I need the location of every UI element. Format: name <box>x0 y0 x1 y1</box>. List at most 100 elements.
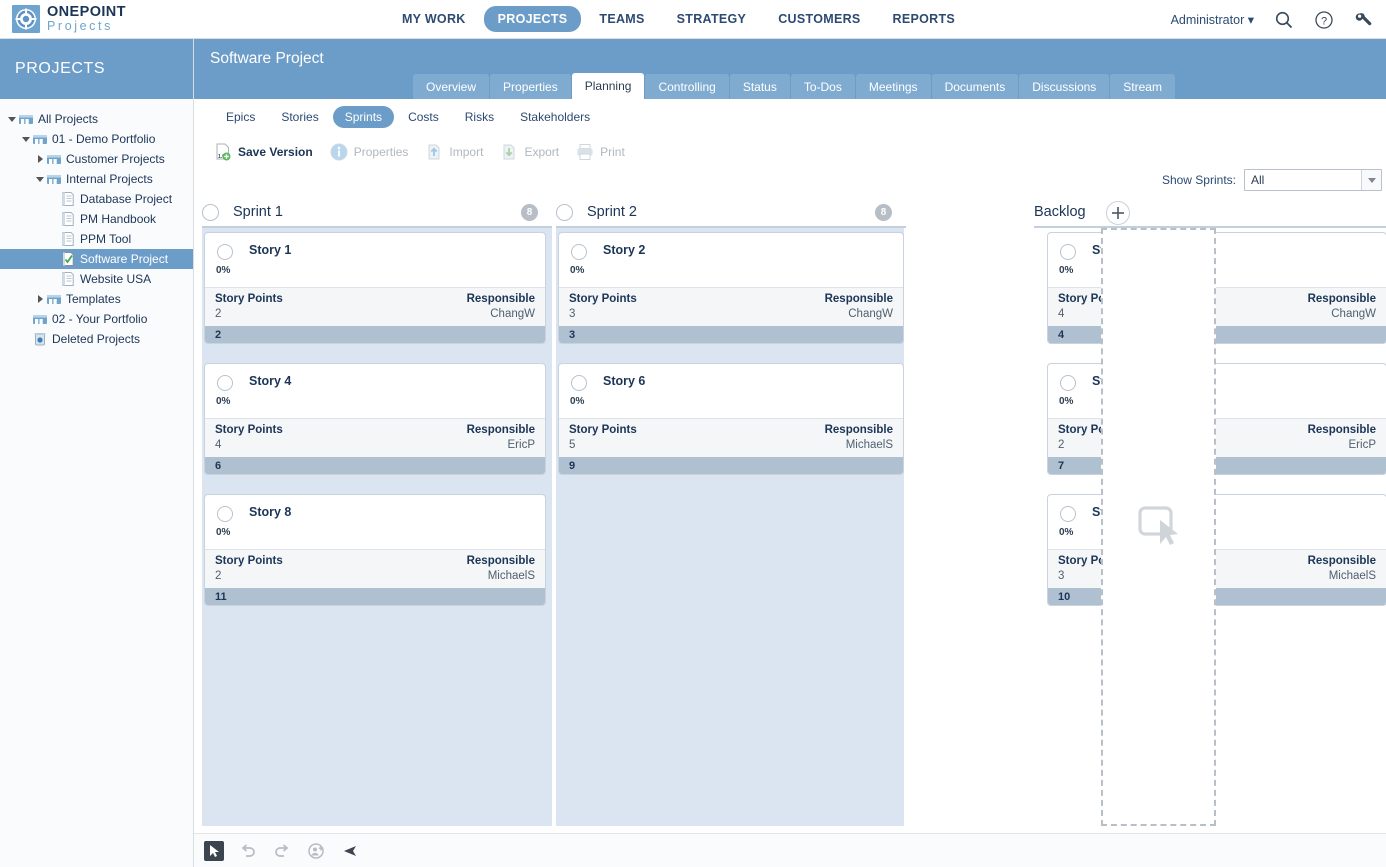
story-status-circle-icon[interactable] <box>571 375 587 391</box>
story-points-value: 2 <box>215 308 222 320</box>
add-person-icon[interactable] <box>306 841 326 861</box>
nav-item-teams[interactable]: TEAMS <box>585 6 658 32</box>
sprint-status-circle-icon[interactable] <box>556 203 573 221</box>
user-menu[interactable]: Administrator ▾ <box>1171 12 1254 27</box>
folder-icon <box>32 311 48 327</box>
story-status-circle-icon[interactable] <box>217 506 233 522</box>
tree-item-website-usa[interactable]: Website USA <box>0 269 193 289</box>
story-card[interactable]: Story 50%Story Points2ResponsibleEricP7 <box>1047 363 1386 475</box>
tree-item-deleted-projects[interactable]: Deleted Projects <box>0 329 193 349</box>
new-sprint-dropzone[interactable] <box>1101 228 1216 826</box>
add-sprint-button[interactable] <box>1106 201 1130 225</box>
story-status-circle-icon[interactable] <box>1060 375 1076 391</box>
story-progress-percent: 0% <box>216 527 231 538</box>
tab-to-dos[interactable]: To-Dos <box>790 73 855 99</box>
story-card[interactable]: Story 30%Story Points4ResponsibleChangW4 <box>1047 232 1386 344</box>
story-status-circle-icon[interactable] <box>217 375 233 391</box>
project-icon <box>60 271 76 287</box>
story-status-circle-icon[interactable] <box>217 244 233 260</box>
save-version-button[interactable]: 1.0 Save Version <box>207 140 319 164</box>
search-icon[interactable] <box>1274 10 1294 30</box>
responsible-value: MichaelS <box>1328 570 1376 582</box>
responsible-value: ChangW <box>1331 308 1376 320</box>
admin-tools-icon[interactable] <box>1354 10 1374 30</box>
story-points-label: Story Points <box>569 293 637 305</box>
subtab-sprints[interactable]: Sprints <box>332 106 395 128</box>
tree-item-templates[interactable]: Templates <box>0 289 193 309</box>
trash-icon <box>32 331 48 347</box>
tree-item-02-your-portfolio[interactable]: 02 - Your Portfolio <box>0 309 193 329</box>
tree-item-internal-projects[interactable]: Internal Projects <box>0 169 193 189</box>
show-sprints-select[interactable]: All <box>1244 169 1382 191</box>
chevron-down-icon[interactable] <box>6 113 18 125</box>
card-details: Story Points 2 Responsible EricP <box>1048 418 1386 457</box>
story-progress-percent: 0% <box>1059 396 1074 407</box>
nav-item-strategy[interactable]: STRATEGY <box>663 6 761 32</box>
tab-planning[interactable]: Planning <box>571 72 645 99</box>
story-card[interactable]: Story 8 0% Story Points 2 Responsible Michael… <box>204 494 546 606</box>
story-progress-percent: 0% <box>570 265 585 276</box>
card-details: Story Points 4 Responsible ChangW <box>1048 287 1386 326</box>
undo-icon[interactable] <box>238 841 258 861</box>
tab-status[interactable]: Status <box>729 73 790 99</box>
subtab-epics[interactable]: Epics <box>214 106 267 128</box>
story-status-circle-icon[interactable] <box>571 244 587 260</box>
folder-icon <box>46 151 62 167</box>
column-header-backlog: Backlog <box>1034 198 1386 228</box>
story-progress-percent: 0% <box>216 265 231 276</box>
help-icon[interactable]: ? <box>1314 10 1334 30</box>
tab-overview[interactable]: Overview <box>413 73 490 99</box>
tree-item-ppm-tool[interactable]: PPM Tool <box>0 229 193 249</box>
card-details: Story Points 3 Responsible ChangW <box>559 287 903 326</box>
tree-item-software-project[interactable]: Software Project <box>0 249 193 269</box>
nav-item-my-work[interactable]: MY WORK <box>388 6 480 32</box>
subtab-stories[interactable]: Stories <box>269 106 330 128</box>
tree-item-database-project[interactable]: Database Project <box>0 189 193 209</box>
card-header: Story 4 0% <box>205 364 545 418</box>
tab-controlling[interactable]: Controlling <box>645 73 729 99</box>
chevron-down-icon[interactable] <box>34 173 46 185</box>
story-title: Story 6 <box>603 374 646 388</box>
story-status-circle-icon[interactable] <box>1060 244 1076 260</box>
story-card[interactable]: Story 6 0% Story Points 5 Responsible Michael… <box>558 363 904 475</box>
story-card[interactable]: Story 70%Story Points3ResponsibleMichael… <box>1047 494 1386 606</box>
tab-stream[interactable]: Stream <box>1110 73 1175 99</box>
nav-item-reports[interactable]: REPORTS <box>879 6 970 32</box>
tab-meetings[interactable]: Meetings <box>855 73 931 99</box>
subtab-stakeholders[interactable]: Stakeholders <box>508 106 602 128</box>
story-status-circle-icon[interactable] <box>1060 506 1076 522</box>
tree-item-customer-projects[interactable]: Customer Projects <box>0 149 193 169</box>
show-sprints-filter: Show Sprints: All <box>1162 169 1382 191</box>
print-button: Print <box>569 140 631 164</box>
nav-item-projects[interactable]: PROJECTS <box>483 6 582 32</box>
story-card[interactable]: Story 1 0% Story Points 2 Responsible ChangW 2 <box>204 232 546 344</box>
cursor-select-icon[interactable] <box>204 840 224 861</box>
subtab-risks[interactable]: Risks <box>453 106 506 128</box>
subtab-costs[interactable]: Costs <box>396 106 451 128</box>
tree-item-01-demo-portfolio[interactable]: 01 - Demo Portfolio <box>0 129 193 149</box>
chevron-right-icon[interactable] <box>34 293 46 305</box>
tab-discussions[interactable]: Discussions <box>1019 73 1110 99</box>
send-icon[interactable] <box>340 841 360 861</box>
story-points-value: 2 <box>1058 439 1065 451</box>
tab-documents[interactable]: Documents <box>931 73 1019 99</box>
project-header: Software Project Overview Properties Plann… <box>194 39 1386 99</box>
tab-properties[interactable]: Properties <box>490 73 571 99</box>
redo-icon[interactable] <box>272 841 292 861</box>
story-card[interactable]: Story 2 0% Story Points 3 Responsible ChangW 3 <box>558 232 904 344</box>
story-points-value: 5 <box>569 439 576 451</box>
app-logo[interactable]: ONEPOINT Projects <box>12 5 126 33</box>
tree-item-all-projects[interactable]: All Projects <box>0 109 193 129</box>
tree-item-pm-handbook[interactable]: PM Handbook <box>0 209 193 229</box>
chevron-right-icon[interactable] <box>34 153 46 165</box>
story-title: Story 4 <box>249 374 292 388</box>
info-icon <box>329 142 349 162</box>
nav-item-customers[interactable]: CUSTOMERS <box>764 6 874 32</box>
sprint-status-circle-icon[interactable] <box>202 203 219 221</box>
logo-line2: Projects <box>47 19 113 34</box>
chevron-down-icon[interactable] <box>20 133 32 145</box>
chevron-down-icon[interactable] <box>1361 170 1381 190</box>
story-card[interactable]: Story 4 0% Story Points 4 Responsible EricP 6 <box>204 363 546 475</box>
